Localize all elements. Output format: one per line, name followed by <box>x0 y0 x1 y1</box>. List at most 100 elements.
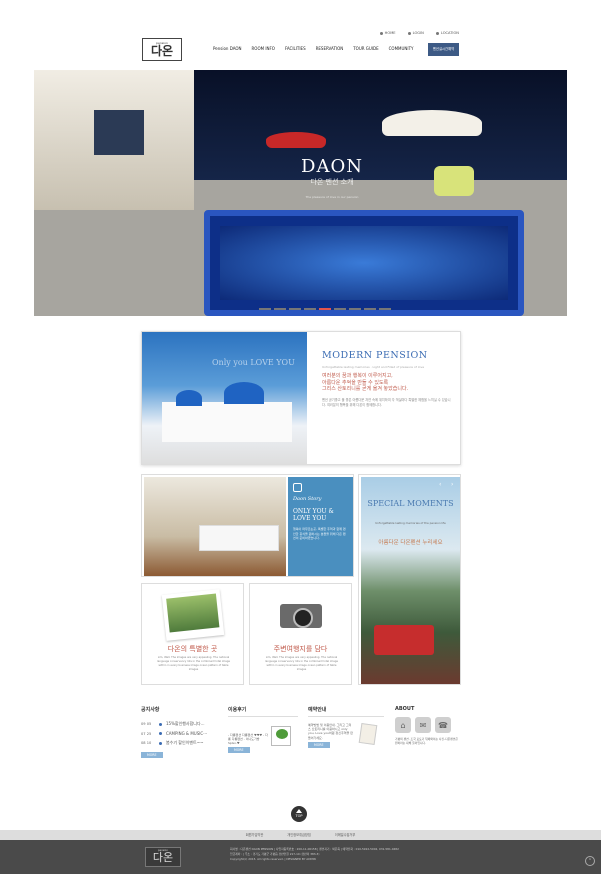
tree-thumbnail[interactable] <box>271 726 291 746</box>
feature-card-nearby-travel[interactable]: 주변여행지를 담다 Lim, Well. The images are very… <box>249 583 352 685</box>
review-more-button[interactable]: MORE <box>228 747 250 753</box>
room-body: 행복이 머무르는곳, 특별한 추억과 함께 편안한 휴식을 원하시는 분들을 위… <box>293 527 346 540</box>
lounge-chair <box>434 166 474 196</box>
about-text: 가평의 펜션. 조국 포토기 뒤에와이는 사진-다온펜션은 원하라는 대해 둘어… <box>395 737 458 745</box>
room-panel[interactable]: Daon Story ONLY YOU & LOVE YOU 행복이 머무르는곳… <box>141 474 354 577</box>
footer-links: 회원가입약관 개인정보취급방침 이메일수집거부 <box>0 830 601 840</box>
notice-more-button[interactable]: MORE <box>141 752 163 758</box>
nav-reservation[interactable]: RESERVATION <box>316 46 344 51</box>
list-item[interactable]: 07 25 CAMPING & MUSIC··· <box>141 731 216 736</box>
hero-banner: DAON 다온 펜션 소개 The pleasure of love in ou… <box>34 70 567 316</box>
red-umbrella <box>266 132 326 148</box>
slide-dot[interactable] <box>289 308 301 310</box>
slide-dot[interactable] <box>274 308 286 310</box>
about-section: ABOUT ⌂ ✉ ☎ 가평의 펜션. 조국 포토기 뒤에와이는 사진-다온펜션… <box>395 706 461 745</box>
list-item[interactable]: 09 05 15%할인행사합니다... <box>141 721 216 727</box>
blue-dome-small <box>176 390 202 406</box>
utility-menu: HOME LOGIN LOCATION <box>380 31 459 35</box>
slide-dot[interactable] <box>259 308 271 310</box>
bullet-icon <box>159 741 162 745</box>
location-link[interactable]: LOCATION <box>436 31 459 35</box>
chevron-right-icon[interactable]: › <box>451 481 453 488</box>
nav-room-info[interactable]: ROOM INFO <box>252 46 275 51</box>
chat-icon <box>293 483 302 492</box>
review-title: 이용후기 <box>228 706 298 717</box>
white-buildings <box>162 402 292 442</box>
slide-dot[interactable] <box>349 308 361 310</box>
feature-card-special-place[interactable]: 다온의 특별한 곳 Lim, Well. The images are very… <box>141 583 244 685</box>
hero-house <box>34 70 194 210</box>
notice-title: 공지사항 <box>141 707 160 713</box>
reserve-button[interactable]: 펜션실시간예약 <box>428 43 459 56</box>
nav-pension-daon[interactable]: Pension DAON <box>213 46 242 51</box>
notice-text: 봄수기 할인이벤트~~ <box>166 740 204 745</box>
list-item[interactable]: 08 10 봄수기 할인이벤트~~ <box>141 740 216 746</box>
slide-dot[interactable] <box>364 308 376 310</box>
footer-line: Copyright(c) 2015. All rights reserved. … <box>230 857 316 861</box>
hero-subtitle: 다온 펜션 소개 <box>310 178 354 186</box>
phone-icon[interactable]: ☎ <box>435 717 451 733</box>
nav-facilities[interactable]: FACILITIES <box>285 46 306 51</box>
footer-logo: pension 다온 <box>145 847 181 867</box>
notice-text: CAMPING & MUSIC··· <box>166 731 208 736</box>
bullet-icon <box>159 722 162 726</box>
white-umbrella <box>382 110 482 136</box>
slide-dot[interactable] <box>304 308 316 310</box>
main-nav: Pension DAON ROOM INFO FACILITIES RESERV… <box>213 46 413 51</box>
hero-title-block: DAON 다온 펜션 소개 The pleasure of love in ou… <box>272 156 392 199</box>
review-section: 이용후기 - 다롱펜션 다롱펜션 ♥♥♥ - 다롱 다롱펜션 - 이니도가방 S… <box>228 706 298 753</box>
scroll-top-button[interactable]: TOP <box>291 806 307 822</box>
intro-body: 펜션 공기좋고 물 좋은 아름다운 자연 속에 위치하여 각 객실마다 특별한 … <box>322 397 451 407</box>
chevron-left-icon[interactable]: ‹ <box>439 481 441 488</box>
notice-date: 09 05 <box>141 722 152 726</box>
card-body: Lim, Well. The images are very appealing… <box>265 656 338 671</box>
review-text[interactable]: - 다롱펜션 다롱펜션 ♥♥♥ - 다롱 다롱펜션 - 이니도가방 SpGo.♥ <box>228 733 270 745</box>
guide-section: 예약안내 예약방법 및 이용안내. 그리고 그리스 산토리니를 이용하시고 on… <box>308 706 384 748</box>
speech-bubble-icon[interactable]: ✉ <box>415 717 431 733</box>
intro-english: Unforgettable lasting memories · Light a… <box>322 365 425 369</box>
note-icon <box>358 722 378 746</box>
slide-dot[interactable] <box>379 308 391 310</box>
slide-dot[interactable] <box>334 308 346 310</box>
room-heading: ONLY YOU & LOVE YOU <box>293 508 334 522</box>
footer: pension 다온 회사명 : 다온펜션 DAON PENSION | 사업자… <box>0 840 601 874</box>
about-title: ABOUT <box>395 706 415 712</box>
santorini-image: Only you LOVE YOU <box>142 332 307 464</box>
privacy-link[interactable]: 개인정보취급방침 <box>287 830 310 840</box>
footer-logo-big: 다온 <box>152 851 174 864</box>
guide-more-button[interactable]: MORE <box>308 741 330 748</box>
room-photo <box>144 477 286 576</box>
footer-info: 회사명 : 다온펜션 DAON PENSION | 사업자등록번호 : 200-… <box>230 847 470 862</box>
chevron-up-icon[interactable]: ⌃ <box>585 856 595 866</box>
room-script: Daon Story <box>293 496 322 502</box>
special-korean: 아름다운 다온펜션 누리세요 <box>378 540 443 546</box>
slide-dot-active[interactable] <box>319 308 331 310</box>
notice-section: 공지사항 09 05 15%할인행사합니다... 07 25 CAMPING & M… <box>141 706 216 758</box>
blue-dome <box>224 382 264 404</box>
card-heading: 주변여행지를 담다 <box>273 645 328 653</box>
intro-heading: MODERN PENSION <box>322 350 428 361</box>
notice-list: 09 05 15%할인행사합니다... 07 25 CAMPING & MUSIC·… <box>141 721 216 746</box>
special-body: Unforgettable lasting memories of the pe… <box>375 521 446 525</box>
nav-tour-guide[interactable]: TOUR GUIDE <box>353 46 378 51</box>
email-policy-link[interactable]: 이메일수집거부 <box>335 830 356 840</box>
nav-community[interactable]: COMMUNITY <box>389 46 414 51</box>
special-heading: SPECIAL MOMENTS <box>367 499 454 508</box>
guide-text: 예약방법 및 이용안내. 그리고 그리스 산토리니를 이용하시고 only yo… <box>308 723 353 740</box>
notice-text: 15%할인행사합니다... <box>166 721 205 726</box>
guide-title: 예약안내 <box>308 706 384 717</box>
site-logo[interactable]: pension 다온 <box>142 38 182 61</box>
room-info-panel: Daon Story ONLY YOU & LOVE YOU 행복이 머무르는곳… <box>288 477 353 576</box>
bed <box>199 525 279 551</box>
intro-panel[interactable]: Only you LOVE YOU MODERN PENSION Unforge… <box>141 331 461 465</box>
special-moments-panel[interactable]: ‹ › SPECIAL MOMENTS Unforgettable lastin… <box>358 474 461 685</box>
slider-indicators <box>259 308 391 310</box>
home-icon[interactable]: ⌂ <box>395 717 411 733</box>
terms-link[interactable]: 회원가입약관 <box>246 830 264 840</box>
camera-icon <box>280 604 322 628</box>
login-link[interactable]: LOGIN <box>408 31 424 35</box>
notice-date: 07 25 <box>141 731 152 736</box>
home-link[interactable]: HOME <box>380 31 396 35</box>
intro-korean-line: 그리스 산토리니를 곧게 옮겨 놓았습니다. <box>322 386 409 392</box>
about-icons: ⌂ ✉ ☎ <box>395 717 461 733</box>
